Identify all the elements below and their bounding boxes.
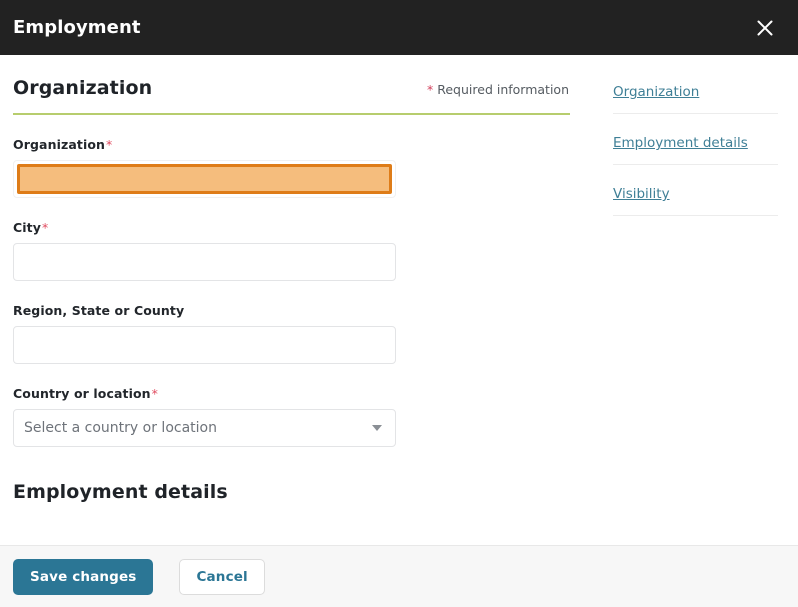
field-region: Region, State or County	[13, 303, 569, 364]
form-scroll-area: Organization * Required information Orga…	[0, 55, 582, 545]
section-title-organization: Organization	[13, 77, 153, 99]
nav-link-employment-details[interactable]: Employment details	[613, 135, 748, 151]
field-organization: Organization*	[13, 137, 569, 198]
label-organization-required-star: *	[106, 136, 113, 152]
label-organization-text: Organization	[13, 136, 106, 152]
region-input[interactable]	[13, 325, 396, 364]
label-region-text: Region, State or County	[13, 302, 185, 318]
modal-body: Organization * Required information Orga…	[0, 55, 798, 545]
employment-modal: Employment Organization * Required infor…	[0, 0, 798, 607]
label-city: City*	[13, 220, 569, 235]
label-country-required-star: *	[151, 385, 159, 401]
organization-input-highlight[interactable]	[17, 163, 392, 194]
country-select[interactable]: Select a country or location	[13, 408, 396, 447]
nav-link-organization[interactable]: Organization	[613, 84, 699, 100]
organization-input[interactable]	[13, 159, 396, 198]
modal-footer: Save changes Cancel	[0, 545, 798, 607]
section-nav: Organization Employment details Visibili…	[582, 55, 798, 545]
label-city-text: City	[13, 219, 41, 235]
section-header-row: Organization * Required information	[13, 77, 569, 100]
cancel-button[interactable]: Cancel	[179, 558, 265, 595]
save-changes-button[interactable]: Save changes	[13, 558, 154, 595]
required-information-note: * Required information	[427, 82, 569, 100]
modal-title: Employment	[13, 17, 141, 38]
section-title-employment-details: Employment details	[13, 480, 228, 503]
close-glyph	[757, 20, 773, 35]
label-city-required-star: *	[41, 219, 49, 235]
label-region: Region, State or County	[13, 303, 569, 318]
required-note-text: Required information	[433, 81, 569, 97]
country-select-placeholder: Select a country or location	[24, 419, 217, 436]
city-input[interactable]	[13, 242, 396, 281]
modal-header: Employment	[0, 0, 798, 55]
close-icon[interactable]	[750, 13, 780, 43]
label-country: Country or location*	[13, 386, 569, 401]
form-content: Organization * Required information Orga…	[0, 55, 582, 503]
label-organization: Organization*	[13, 137, 569, 152]
nav-link-visibility[interactable]: Visibility	[613, 186, 670, 202]
field-city: City*	[13, 220, 569, 281]
nav-item-organization[interactable]: Organization	[613, 81, 778, 114]
section-divider-rule	[13, 112, 570, 115]
label-country-text: Country or location	[13, 385, 151, 401]
nav-item-employment-details[interactable]: Employment details	[613, 132, 778, 165]
nav-item-visibility[interactable]: Visibility	[613, 183, 778, 216]
field-country: Country or location* Select a country or…	[13, 386, 569, 447]
country-select-wrapper: Select a country or location	[13, 408, 396, 447]
